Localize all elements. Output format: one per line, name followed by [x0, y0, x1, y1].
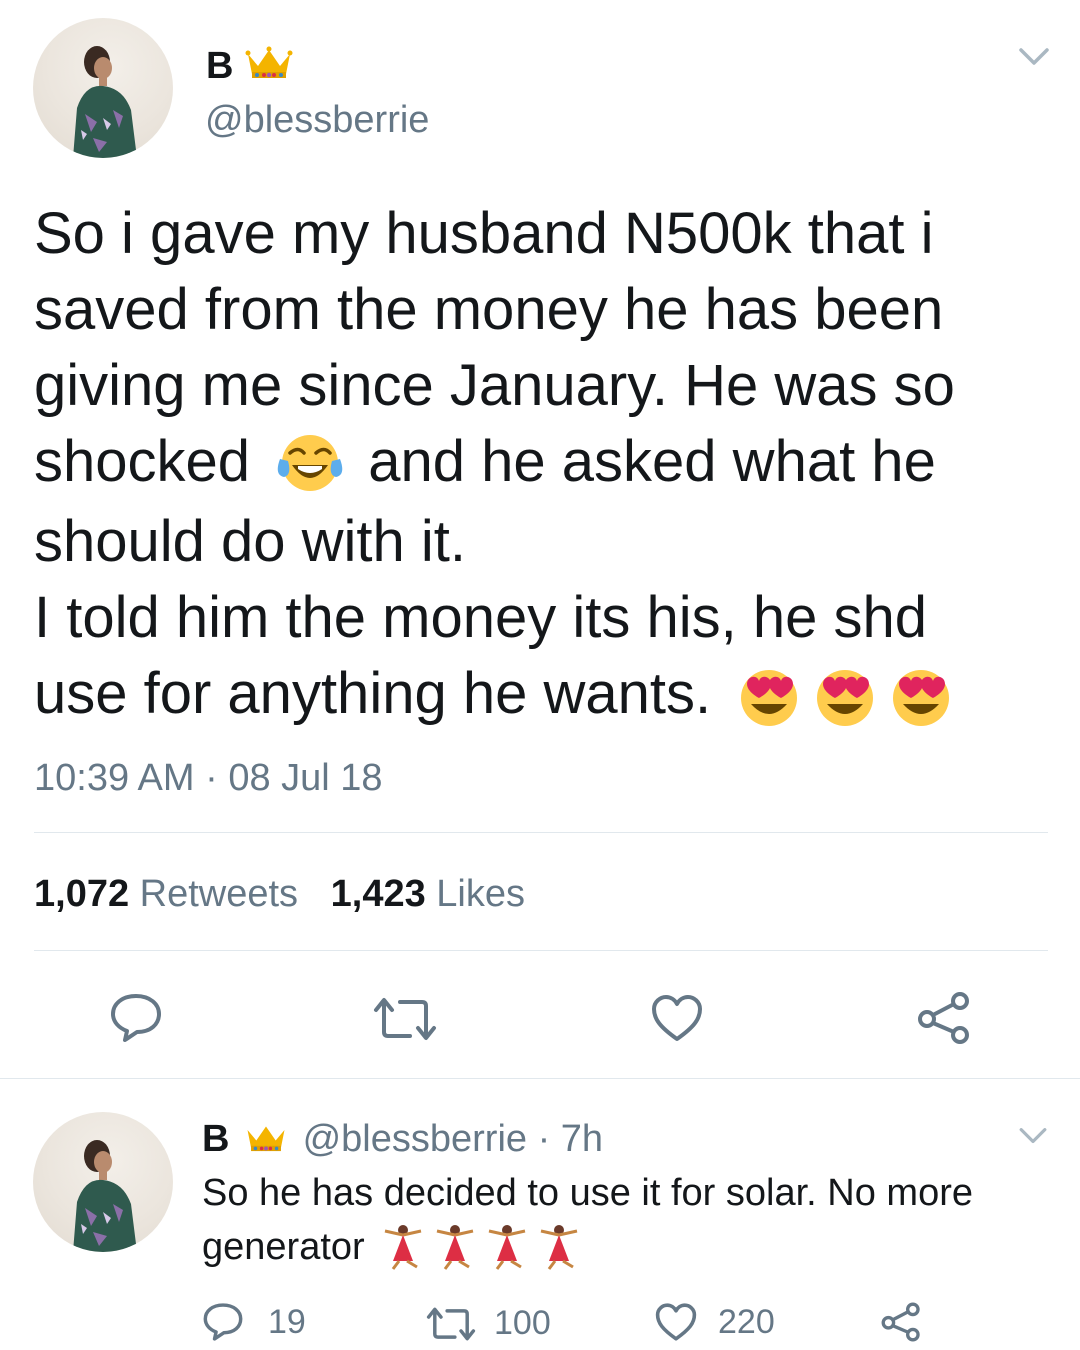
- reply-share-button[interactable]: [880, 1302, 922, 1347]
- heart-eyes-emoji-icon: [727, 659, 963, 735]
- engagement-stats: 1,072 Retweets 1,423 Likes: [34, 872, 525, 916]
- heart-icon: [655, 1303, 697, 1341]
- reply-avatar[interactable]: [33, 1112, 173, 1252]
- tweet-line: should do with it.: [34, 508, 467, 574]
- retweets-stat[interactable]: 1,072 Retweets: [34, 873, 309, 915]
- chevron-down-icon[interactable]: [1018, 1126, 1048, 1151]
- tweet-line: shocked and he asked what he: [34, 424, 1054, 504]
- like-button[interactable]: [648, 990, 706, 1046]
- heart-icon: [652, 995, 702, 1041]
- reply-text: So he has decided to use it for solar. N…: [202, 1166, 1062, 1274]
- chevron-down-icon[interactable]: [1018, 46, 1050, 73]
- like-count: 220: [718, 1302, 775, 1341]
- share-icon: [918, 992, 969, 1044]
- tweet-line: So i gave my husband N500k that i: [34, 201, 934, 266]
- divider: [0, 1078, 1080, 1079]
- reply-retweet-button[interactable]: 100: [424, 1304, 551, 1343]
- crown-emoji-icon: [244, 44, 294, 85]
- tweet-line: giving me since January. He was so: [34, 353, 955, 418]
- tweet-text: So i gave my husband N500k that i saved …: [34, 196, 1054, 735]
- reply-reply-button[interactable]: 19: [202, 1302, 306, 1342]
- reply-button[interactable]: [104, 988, 168, 1048]
- divider: [34, 832, 1048, 833]
- tweet-line: I told him the money its his, he shd: [34, 584, 927, 650]
- retweet-icon: [426, 1307, 476, 1340]
- timestamp[interactable]: 10:39 AM · 08 Jul 18: [34, 756, 383, 800]
- display-name[interactable]: B: [206, 44, 233, 88]
- reply-bubble-icon: [111, 994, 161, 1042]
- reply-text-line: generator: [202, 1220, 1062, 1274]
- likes-stat[interactable]: 1,423 Likes: [331, 873, 525, 915]
- tears-of-joy-emoji-icon: [266, 428, 352, 504]
- reply-like-button[interactable]: 220: [654, 1302, 775, 1342]
- reply-text-line: So he has decided to use it for solar. N…: [202, 1172, 973, 1214]
- reply-header: B @blessberrie · 7h: [202, 1112, 603, 1166]
- tweet-line: saved from the money he has been: [34, 277, 944, 342]
- reply-count: 19: [268, 1302, 306, 1341]
- handle[interactable]: @blessberrie: [205, 98, 429, 142]
- dancer-emoji-icon: [384, 1225, 578, 1270]
- divider: [34, 950, 1048, 951]
- share-icon: [881, 1302, 920, 1342]
- crown-emoji-icon: [247, 1126, 285, 1152]
- reply-handle[interactable]: @blessberrie: [303, 1118, 527, 1160]
- retweet-button[interactable]: [368, 994, 442, 1044]
- tweet-line: use for anything he wants.: [34, 656, 1054, 736]
- reply-display-name[interactable]: B: [202, 1118, 229, 1160]
- retweet-icon: [374, 998, 436, 1040]
- reply-time[interactable]: · 7h: [538, 1118, 603, 1160]
- retweet-count: 100: [494, 1304, 551, 1342]
- share-button[interactable]: [914, 988, 974, 1048]
- avatar[interactable]: [33, 18, 173, 158]
- reply-bubble-icon: [203, 1303, 243, 1341]
